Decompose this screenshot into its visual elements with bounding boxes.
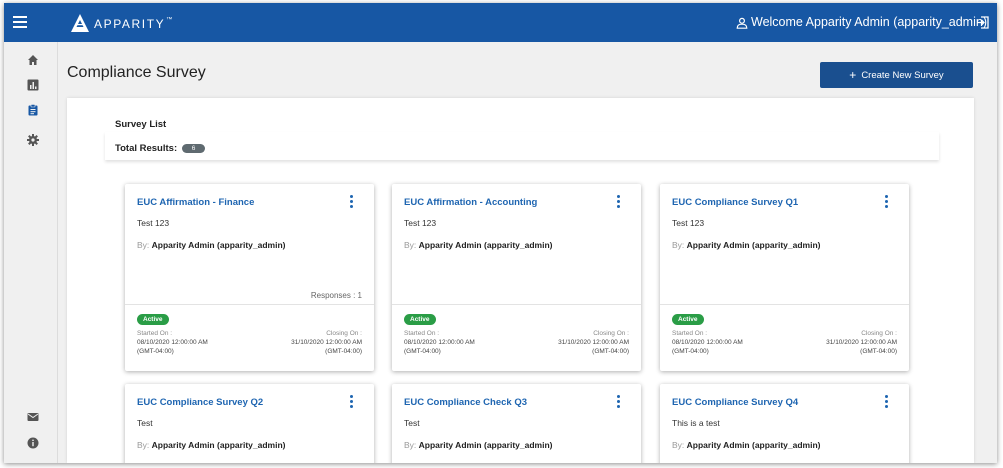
survey-card[interactable]: EUC Compliance Survey Q4 This is a test … [660, 384, 909, 463]
survey-list-header [105, 132, 939, 160]
closing-on-timezone: (GMT-04:00) [325, 348, 362, 355]
survey-title-link[interactable]: EUC Compliance Survey Q4 [672, 397, 798, 408]
info-icon[interactable] [27, 437, 39, 449]
status-badge: Active [672, 314, 704, 325]
more-options-icon[interactable] [883, 394, 891, 409]
plus-icon: + [849, 68, 857, 82]
survey-description: Test [404, 418, 420, 428]
survey-card[interactable]: EUC Affirmation - Finance Test 123 By: A… [125, 184, 374, 371]
closing-on-timezone: (GMT-04:00) [860, 348, 897, 355]
apparity-logo-icon [71, 14, 89, 32]
survey-description: Test 123 [137, 218, 170, 228]
survey-description: Test 123 [672, 218, 705, 228]
started-on-timezone: (GMT-04:00) [404, 348, 441, 355]
survey-title-link[interactable]: EUC Affirmation - Finance [137, 197, 254, 208]
survey-card[interactable]: EUC Compliance Survey Q1 Test 123 By: Ap… [660, 184, 909, 371]
surveys-icon[interactable] [27, 104, 39, 116]
create-new-survey-button[interactable]: + Create New Survey [820, 62, 973, 88]
card-divider [392, 304, 641, 305]
total-results-label: Total Results: [115, 143, 178, 154]
closing-on-date: 31/10/2020 12:00:00 AM [558, 339, 629, 346]
survey-title-link[interactable]: EUC Compliance Survey Q1 [672, 197, 798, 208]
app-window: APPARITY™ Welcome Apparity Admin (appari… [4, 3, 997, 463]
reports-icon[interactable] [27, 79, 39, 91]
started-on-timezone: (GMT-04:00) [137, 348, 174, 355]
started-on-timezone: (GMT-04:00) [672, 348, 709, 355]
more-options-icon[interactable] [615, 394, 623, 409]
responses-count: Responses : 1 [310, 291, 362, 300]
home-icon[interactable] [27, 54, 39, 66]
sidebar [4, 42, 58, 463]
more-options-icon[interactable] [883, 194, 891, 209]
card-divider [660, 304, 909, 305]
total-results-badge: 6 [182, 144, 205, 153]
card-divider [125, 304, 374, 305]
more-options-icon[interactable] [615, 194, 623, 209]
started-on-label: Started On : [137, 330, 173, 337]
create-new-survey-label: Create New Survey [861, 69, 944, 81]
status-badge: Active [404, 314, 436, 325]
started-on-date: 08/10/2020 12:00:00 AM [137, 339, 208, 346]
survey-card[interactable]: EUC Compliance Check Q3 Test By: Apparit… [392, 384, 641, 463]
survey-author: By: Apparity Admin (apparity_admin) [404, 240, 553, 250]
closing-on-label: Closing On : [861, 330, 897, 337]
brand-name: APPARITY™ [94, 17, 174, 31]
survey-author: By: Apparity Admin (apparity_admin) [137, 240, 286, 250]
survey-title-link[interactable]: EUC Compliance Check Q3 [404, 397, 527, 408]
survey-description: Test 123 [404, 218, 437, 228]
survey-description: Test [137, 418, 153, 428]
top-bar: APPARITY™ Welcome Apparity Admin (appari… [4, 3, 997, 42]
started-on-date: 08/10/2020 12:00:00 AM [404, 339, 475, 346]
survey-description: This is a test [672, 418, 720, 428]
survey-author: By: Apparity Admin (apparity_admin) [404, 440, 553, 450]
survey-card[interactable]: EUC Compliance Survey Q2 Test By: Appari… [125, 384, 374, 463]
closing-on-timezone: (GMT-04:00) [592, 348, 629, 355]
survey-list-label: Survey List [115, 119, 167, 130]
page-title: Compliance Survey [67, 64, 206, 81]
logout-icon[interactable] [976, 16, 989, 29]
mail-icon[interactable] [27, 411, 39, 423]
settings-icon[interactable] [27, 134, 39, 146]
more-options-icon[interactable] [348, 194, 356, 209]
closing-on-label: Closing On : [593, 330, 629, 337]
closing-on-date: 31/10/2020 12:00:00 AM [826, 339, 897, 346]
survey-card[interactable]: EUC Affirmation - Accounting Test 123 By… [392, 184, 641, 371]
survey-author: By: Apparity Admin (apparity_admin) [672, 440, 821, 450]
survey-panel: Survey List Total Results: 6 EUC Affirma… [67, 98, 974, 463]
survey-author: By: Apparity Admin (apparity_admin) [137, 440, 286, 450]
started-on-label: Started On : [404, 330, 440, 337]
hamburger-menu-icon[interactable] [13, 16, 27, 28]
survey-title-link[interactable]: EUC Affirmation - Accounting [404, 197, 537, 208]
started-on-date: 08/10/2020 12:00:00 AM [672, 339, 743, 346]
welcome-user-text[interactable]: Welcome Apparity Admin (apparity_admin) [751, 15, 987, 29]
status-badge: Active [137, 314, 169, 325]
survey-title-link[interactable]: EUC Compliance Survey Q2 [137, 397, 263, 408]
user-icon [736, 17, 748, 29]
survey-author: By: Apparity Admin (apparity_admin) [672, 240, 821, 250]
more-options-icon[interactable] [348, 394, 356, 409]
closing-on-date: 31/10/2020 12:00:00 AM [291, 339, 362, 346]
started-on-label: Started On : [672, 330, 708, 337]
closing-on-label: Closing On : [326, 330, 362, 337]
